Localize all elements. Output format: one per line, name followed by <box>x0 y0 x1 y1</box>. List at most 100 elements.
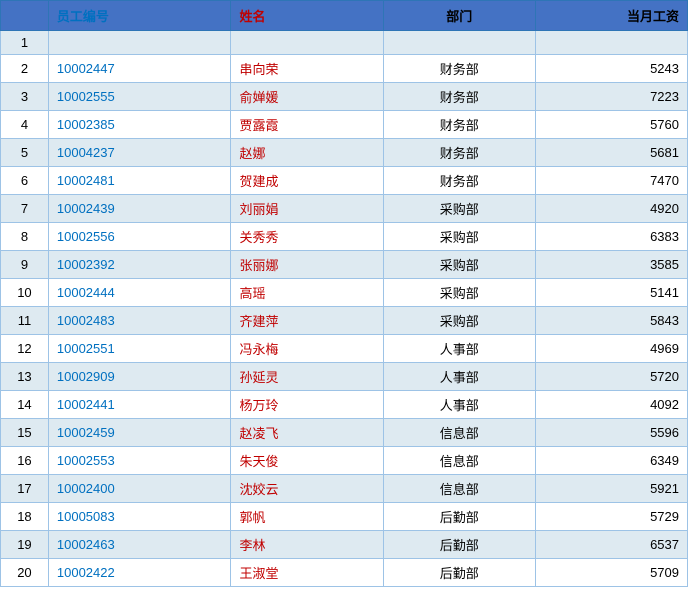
cell-employee-id: 10002439 <box>48 195 231 223</box>
cell-name: 李林 <box>231 531 383 559</box>
employee-table: 员工编号 姓名 部门 当月工资 1210002447串向荣财务部52433100… <box>0 0 688 587</box>
cell-department: 财务部 <box>383 111 535 139</box>
cell-name <box>231 31 383 55</box>
header-employee-id: 员工编号 <box>48 1 231 31</box>
cell-employee-id: 10002483 <box>48 307 231 335</box>
cell-employee-id: 10002447 <box>48 55 231 83</box>
cell-index: 7 <box>1 195 49 223</box>
cell-employee-id: 10002422 <box>48 559 231 587</box>
cell-name: 杨万玲 <box>231 391 383 419</box>
cell-index: 12 <box>1 335 49 363</box>
table-row: 2010002422王淑堂后勤部5709 <box>1 559 688 587</box>
cell-department: 信息部 <box>383 475 535 503</box>
cell-employee-id: 10002556 <box>48 223 231 251</box>
cell-index: 2 <box>1 55 49 83</box>
header-department: 部门 <box>383 1 535 31</box>
cell-salary <box>535 31 687 55</box>
cell-salary: 4969 <box>535 335 687 363</box>
cell-name: 刘丽娟 <box>231 195 383 223</box>
table-row: 1710002400沈姣云信息部5921 <box>1 475 688 503</box>
cell-employee-id: 10002385 <box>48 111 231 139</box>
table-row: 210002447串向荣财务部5243 <box>1 55 688 83</box>
cell-department <box>383 31 535 55</box>
cell-salary: 6537 <box>535 531 687 559</box>
cell-salary: 5141 <box>535 279 687 307</box>
cell-salary: 6349 <box>535 447 687 475</box>
table-row: 1310002909孙延灵人事部5720 <box>1 363 688 391</box>
cell-department: 人事部 <box>383 335 535 363</box>
cell-salary: 7223 <box>535 83 687 111</box>
cell-salary: 4920 <box>535 195 687 223</box>
cell-salary: 5681 <box>535 139 687 167</box>
cell-department: 后勤部 <box>383 503 535 531</box>
cell-salary: 5843 <box>535 307 687 335</box>
table-row: 1010002444高瑶采购部5141 <box>1 279 688 307</box>
table-row: 1510002459赵凌飞信息部5596 <box>1 419 688 447</box>
cell-department: 财务部 <box>383 83 535 111</box>
cell-employee-id: 10002909 <box>48 363 231 391</box>
cell-index: 14 <box>1 391 49 419</box>
cell-index: 10 <box>1 279 49 307</box>
cell-department: 人事部 <box>383 391 535 419</box>
cell-index: 4 <box>1 111 49 139</box>
spreadsheet-container: 员工编号 姓名 部门 当月工资 1210002447串向荣财务部52433100… <box>0 0 688 587</box>
table-row: 710002439刘丽娟采购部4920 <box>1 195 688 223</box>
cell-salary: 5760 <box>535 111 687 139</box>
cell-department: 人事部 <box>383 363 535 391</box>
cell-employee-id: 10002463 <box>48 531 231 559</box>
cell-department: 后勤部 <box>383 531 535 559</box>
table-row: 1410002441杨万玲人事部4092 <box>1 391 688 419</box>
cell-name: 赵凌飞 <box>231 419 383 447</box>
cell-index: 6 <box>1 167 49 195</box>
cell-name: 贺建成 <box>231 167 383 195</box>
header-index <box>1 1 49 31</box>
cell-employee-id: 10002553 <box>48 447 231 475</box>
cell-department: 采购部 <box>383 223 535 251</box>
cell-salary: 5596 <box>535 419 687 447</box>
cell-employee-id: 10002481 <box>48 167 231 195</box>
cell-name: 关秀秀 <box>231 223 383 251</box>
cell-index: 8 <box>1 223 49 251</box>
table-row: 1210002551冯永梅人事部4969 <box>1 335 688 363</box>
cell-name: 冯永梅 <box>231 335 383 363</box>
cell-name: 贾露霞 <box>231 111 383 139</box>
cell-salary: 4092 <box>535 391 687 419</box>
cell-index: 9 <box>1 251 49 279</box>
cell-department: 财务部 <box>383 139 535 167</box>
cell-name: 郭帆 <box>231 503 383 531</box>
cell-salary: 3585 <box>535 251 687 279</box>
cell-name: 王淑堂 <box>231 559 383 587</box>
cell-name: 张丽娜 <box>231 251 383 279</box>
cell-department: 采购部 <box>383 279 535 307</box>
cell-index: 5 <box>1 139 49 167</box>
cell-index: 19 <box>1 531 49 559</box>
cell-index: 18 <box>1 503 49 531</box>
table-row: 510004237赵娜财务部5681 <box>1 139 688 167</box>
cell-index: 16 <box>1 447 49 475</box>
header-row: 员工编号 姓名 部门 当月工资 <box>1 1 688 31</box>
table-body: 1210002447串向荣财务部5243310002555俞婵媛财务部72234… <box>1 31 688 587</box>
header-name: 姓名 <box>231 1 383 31</box>
cell-department: 采购部 <box>383 307 535 335</box>
table-row: 1 <box>1 31 688 55</box>
cell-employee-id: 10002400 <box>48 475 231 503</box>
cell-department: 信息部 <box>383 419 535 447</box>
cell-index: 1 <box>1 31 49 55</box>
cell-name: 串向荣 <box>231 55 383 83</box>
cell-name: 俞婵媛 <box>231 83 383 111</box>
cell-index: 15 <box>1 419 49 447</box>
cell-salary: 6383 <box>535 223 687 251</box>
cell-salary: 5729 <box>535 503 687 531</box>
cell-name: 赵娜 <box>231 139 383 167</box>
cell-employee-id: 10002441 <box>48 391 231 419</box>
cell-employee-id: 10002459 <box>48 419 231 447</box>
table-row: 1910002463李林后勤部6537 <box>1 531 688 559</box>
table-row: 910002392张丽娜采购部3585 <box>1 251 688 279</box>
cell-salary: 7470 <box>535 167 687 195</box>
cell-index: 13 <box>1 363 49 391</box>
cell-salary: 5709 <box>535 559 687 587</box>
cell-employee-id: 10002551 <box>48 335 231 363</box>
table-row: 1610002553朱天俊信息部6349 <box>1 447 688 475</box>
cell-department: 信息部 <box>383 447 535 475</box>
cell-name: 高瑶 <box>231 279 383 307</box>
